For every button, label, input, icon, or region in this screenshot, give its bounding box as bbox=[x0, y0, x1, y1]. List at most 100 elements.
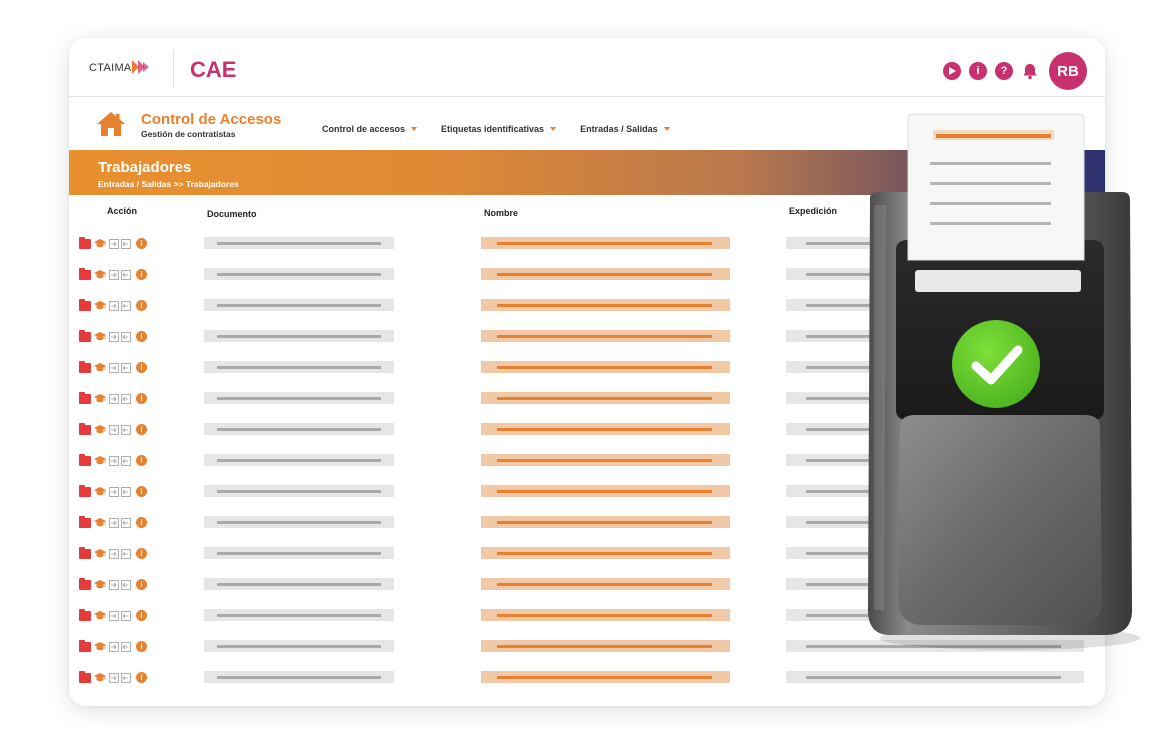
graduation-cap-icon[interactable] bbox=[94, 238, 106, 249]
document-cell bbox=[204, 299, 394, 311]
info-icon[interactable]: i bbox=[136, 455, 147, 466]
row-actions: i bbox=[79, 670, 147, 683]
column-header-action: Acción bbox=[107, 206, 138, 216]
folder-icon[interactable] bbox=[79, 422, 91, 435]
entry-exit-icon[interactable] bbox=[109, 331, 131, 342]
entry-exit-icon[interactable] bbox=[109, 641, 131, 652]
folder-icon[interactable] bbox=[79, 267, 91, 280]
document-cell bbox=[204, 454, 394, 466]
info-icon[interactable]: i bbox=[136, 331, 147, 342]
graduation-cap-icon[interactable] bbox=[94, 579, 106, 590]
graduation-cap-icon[interactable] bbox=[94, 362, 106, 373]
graduation-cap-icon[interactable] bbox=[94, 331, 106, 342]
info-icon[interactable]: i bbox=[136, 238, 147, 249]
info-icon[interactable]: i bbox=[136, 548, 147, 559]
folder-icon[interactable] bbox=[79, 360, 91, 373]
graduation-cap-icon[interactable] bbox=[94, 486, 106, 497]
graduation-cap-icon[interactable] bbox=[94, 300, 106, 311]
menu-control-accesos[interactable]: Control de accesos bbox=[322, 124, 418, 134]
info-icon[interactable]: i bbox=[136, 362, 147, 373]
folder-icon[interactable] bbox=[79, 453, 91, 466]
folder-icon[interactable] bbox=[79, 639, 91, 652]
row-actions: i bbox=[79, 608, 147, 621]
home-icon[interactable] bbox=[96, 111, 126, 137]
row-actions: i bbox=[79, 422, 147, 435]
table-row[interactable]: i bbox=[69, 668, 1105, 699]
name-cell bbox=[481, 299, 730, 311]
entry-exit-icon[interactable] bbox=[109, 610, 131, 621]
folder-icon[interactable] bbox=[79, 670, 91, 683]
help-icon[interactable]: ? bbox=[995, 62, 1013, 80]
folder-icon[interactable] bbox=[79, 484, 91, 497]
menu-etiquetas[interactable]: Etiquetas identificativas bbox=[441, 124, 557, 134]
folder-icon[interactable] bbox=[79, 236, 91, 249]
row-actions: i bbox=[79, 267, 147, 280]
graduation-cap-icon[interactable] bbox=[94, 672, 106, 683]
entry-exit-icon[interactable] bbox=[109, 548, 131, 559]
entry-exit-icon[interactable] bbox=[109, 269, 131, 280]
row-actions: i bbox=[79, 453, 147, 466]
info-icon[interactable]: i bbox=[136, 269, 147, 280]
entry-exit-icon[interactable] bbox=[109, 300, 131, 311]
row-actions: i bbox=[79, 515, 147, 528]
folder-icon[interactable] bbox=[79, 546, 91, 559]
folder-icon[interactable] bbox=[79, 608, 91, 621]
info-icon[interactable]: i bbox=[136, 424, 147, 435]
row-actions: i bbox=[79, 546, 147, 559]
column-header-expedition: Expedición bbox=[789, 206, 838, 216]
document-cell bbox=[204, 392, 394, 404]
bell-icon[interactable] bbox=[1021, 62, 1039, 80]
entry-exit-icon[interactable] bbox=[109, 579, 131, 590]
info-icon[interactable]: i bbox=[136, 672, 147, 683]
column-header-document: Documento bbox=[207, 209, 257, 219]
row-actions: i bbox=[79, 236, 147, 249]
info-icon[interactable]: i bbox=[136, 610, 147, 621]
graduation-cap-icon[interactable] bbox=[94, 548, 106, 559]
entry-exit-icon[interactable] bbox=[109, 238, 131, 249]
entry-exit-icon[interactable] bbox=[109, 672, 131, 683]
folder-icon[interactable] bbox=[79, 391, 91, 404]
info-icon[interactable]: i bbox=[136, 300, 147, 311]
row-actions: i bbox=[79, 391, 147, 404]
row-actions: i bbox=[79, 360, 147, 373]
graduation-cap-icon[interactable] bbox=[94, 269, 106, 280]
entry-exit-icon[interactable] bbox=[109, 486, 131, 497]
name-cell bbox=[481, 423, 730, 435]
play-icon[interactable] bbox=[943, 62, 961, 80]
entry-exit-icon[interactable] bbox=[109, 455, 131, 466]
name-cell bbox=[481, 640, 730, 652]
folder-icon[interactable] bbox=[79, 329, 91, 342]
folder-icon[interactable] bbox=[79, 515, 91, 528]
menu-entradas-salidas[interactable]: Entradas / Salidas bbox=[580, 124, 670, 134]
graduation-cap-icon[interactable] bbox=[94, 641, 106, 652]
graduation-cap-icon[interactable] bbox=[94, 610, 106, 621]
name-cell bbox=[481, 330, 730, 342]
info-icon[interactable]: i bbox=[136, 517, 147, 528]
module-title: Control de Accesos bbox=[141, 111, 282, 128]
folder-icon[interactable] bbox=[79, 577, 91, 590]
info-icon[interactable]: i bbox=[969, 62, 987, 80]
page-title: Trabajadores bbox=[98, 159, 192, 176]
info-icon[interactable]: i bbox=[136, 579, 147, 590]
info-icon[interactable]: i bbox=[136, 393, 147, 404]
name-cell bbox=[481, 516, 730, 528]
entry-exit-icon[interactable] bbox=[109, 517, 131, 528]
badge-reader-device bbox=[868, 113, 1140, 650]
check-icon bbox=[952, 320, 1040, 408]
graduation-cap-icon[interactable] bbox=[94, 517, 106, 528]
graduation-cap-icon[interactable] bbox=[94, 424, 106, 435]
info-icon[interactable]: i bbox=[136, 641, 147, 652]
module-subtitle: Gestión de contratistas bbox=[141, 129, 236, 139]
info-icon[interactable]: i bbox=[136, 486, 147, 497]
company-logo-text: CTAIMA bbox=[89, 62, 132, 74]
entry-exit-icon[interactable] bbox=[109, 393, 131, 404]
user-avatar[interactable]: RB bbox=[1049, 52, 1087, 90]
entry-exit-icon[interactable] bbox=[109, 362, 131, 373]
folder-icon[interactable] bbox=[79, 298, 91, 311]
entry-exit-icon[interactable] bbox=[109, 424, 131, 435]
graduation-cap-icon[interactable] bbox=[94, 393, 106, 404]
brand-divider bbox=[173, 50, 174, 88]
document-cell bbox=[204, 330, 394, 342]
graduation-cap-icon[interactable] bbox=[94, 455, 106, 466]
row-actions: i bbox=[79, 639, 147, 652]
